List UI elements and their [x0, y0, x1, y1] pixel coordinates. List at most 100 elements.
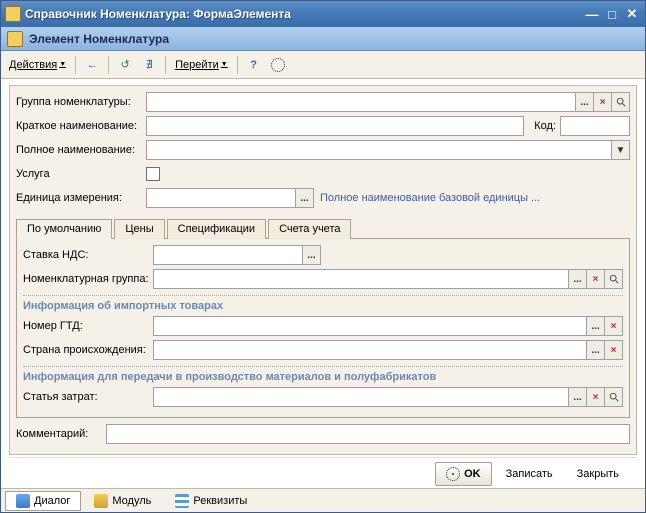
tab-default[interactable]: По умолчанию — [16, 219, 112, 239]
group-clear-button[interactable]: × — [594, 92, 612, 112]
cost-item-input[interactable] — [153, 387, 569, 407]
cost-item-select-button[interactable]: ... — [569, 387, 587, 407]
vat-input[interactable] — [153, 245, 303, 265]
tab-label: Цены — [125, 223, 153, 235]
toolbar-separator — [237, 56, 238, 74]
nomen-group-label: Номенклатурная группа: — [23, 273, 153, 285]
write-button[interactable]: Записать — [496, 462, 563, 486]
refresh-button[interactable]: ↺ — [114, 54, 136, 76]
nomen-group-search-button[interactable] — [605, 269, 623, 289]
cost-item-search-button[interactable] — [605, 387, 623, 407]
service-label: Услуга — [16, 168, 146, 180]
import-section-title: Информация об импортных товарах — [23, 295, 623, 312]
tab-label: Спецификации — [178, 223, 255, 235]
service-checkbox[interactable] — [146, 167, 160, 181]
tab-prices[interactable]: Цены — [114, 219, 164, 239]
tab-specs[interactable]: Спецификации — [167, 219, 266, 239]
unit-label: Единица измерения: — [16, 192, 146, 204]
full-name-label: Полное наименование: — [16, 144, 146, 156]
nomen-group-select-button[interactable]: ... — [569, 269, 587, 289]
group-label: Группа номенклатуры: — [16, 96, 146, 108]
nomen-group-input[interactable] — [153, 269, 569, 289]
toolbar-separator — [165, 56, 166, 74]
dotted-circle-icon — [446, 467, 460, 481]
tabs: По умолчанию Цены Спецификации Счета уче… — [16, 218, 630, 239]
toolbar-separator — [108, 56, 109, 74]
close-button-label: Закрыть — [577, 468, 619, 480]
status-tab-label: Модуль — [112, 495, 151, 507]
unit-select-button[interactable]: ... — [296, 188, 314, 208]
prod-section-title: Информация для передачи в производство м… — [23, 366, 623, 383]
dotted-circle-icon — [271, 58, 285, 72]
gtd-clear-button[interactable]: × — [605, 316, 623, 336]
tab-body: Ставка НДС: ... Номенклатурная группа: .… — [16, 239, 630, 418]
comment-label: Комментарий: — [16, 428, 106, 440]
cost-item-clear-button[interactable]: × — [587, 387, 605, 407]
country-input[interactable] — [153, 340, 587, 360]
refresh-icon: ↺ — [121, 58, 130, 71]
gtd-select-button[interactable]: ... — [587, 316, 605, 336]
short-name-label: Краткое наименование: — [16, 120, 146, 132]
close-button[interactable]: Закрыть — [567, 462, 629, 486]
help-button[interactable]: ? — [243, 54, 265, 76]
full-name-dropdown-button[interactable]: ▼ — [612, 140, 630, 160]
actions-menu-label: Действия — [9, 59, 57, 71]
full-name-input[interactable] — [146, 140, 612, 160]
vat-select-button[interactable]: ... — [303, 245, 321, 265]
unit-hint: Полное наименование базовой единицы ... — [320, 192, 540, 204]
toolbar-separator — [75, 56, 76, 74]
tree-button[interactable]: ∄ — [138, 54, 160, 76]
element-icon — [7, 31, 23, 47]
nomen-group-clear-button[interactable]: × — [587, 269, 605, 289]
status-tab-label: Реквизиты — [193, 495, 247, 507]
tab-accounts[interactable]: Счета учета — [268, 219, 351, 239]
status-tab-props[interactable]: Реквизиты — [164, 491, 258, 511]
advice-button[interactable] — [267, 54, 289, 76]
status-tab-label: Диалог — [34, 495, 70, 507]
code-input[interactable] — [560, 116, 630, 136]
short-name-input[interactable] — [146, 116, 524, 136]
code-label: Код: — [534, 120, 556, 132]
hierarchy-icon: ∄ — [146, 58, 153, 71]
sub-header-title: Элемент Номенклатура — [29, 32, 169, 46]
bottom-bar: OK Записать Закрыть — [9, 457, 637, 488]
cost-item-label: Статья затрат: — [23, 391, 153, 403]
dropdown-arrow-icon: ▼ — [221, 61, 228, 68]
ok-button[interactable]: OK — [435, 462, 492, 486]
sub-header: Элемент Номенклатура — [1, 27, 645, 51]
goto-menu[interactable]: Перейти ▼ — [171, 57, 232, 73]
dropdown-arrow-icon: ▼ — [59, 61, 66, 68]
dialog-icon — [16, 494, 30, 508]
status-bar: Диалог Модуль Реквизиты — [1, 488, 645, 512]
unit-input[interactable] — [146, 188, 296, 208]
group-search-button[interactable] — [612, 92, 630, 112]
titlebar: Справочник Номенклатура: ФормаЭлемента —… — [1, 1, 645, 27]
comment-input[interactable] — [106, 424, 630, 444]
help-icon: ? — [250, 59, 257, 71]
actions-menu[interactable]: Действия ▼ — [5, 57, 70, 73]
tab-label: По умолчанию — [27, 223, 101, 235]
country-clear-button[interactable]: × — [605, 340, 623, 360]
status-tab-dialog[interactable]: Диалог — [5, 491, 81, 511]
vat-label: Ставка НДС: — [23, 249, 153, 261]
gtd-input[interactable] — [153, 316, 587, 336]
app-icon — [5, 6, 21, 22]
minimize-button[interactable]: — — [583, 5, 601, 23]
back-button[interactable]: ← — [81, 54, 103, 76]
tab-label: Счета учета — [279, 223, 340, 235]
group-input[interactable] — [146, 92, 576, 112]
toolbar: Действия ▼ ← ↺ ∄ Перейти ▼ ? — [1, 51, 645, 79]
status-tab-module[interactable]: Модуль — [83, 491, 162, 511]
module-icon — [94, 494, 108, 508]
group-select-button[interactable]: ... — [576, 92, 594, 112]
window-title: Справочник Номенклатура: ФормаЭлемента — [25, 7, 581, 21]
country-select-button[interactable]: ... — [587, 340, 605, 360]
goto-menu-label: Перейти — [175, 59, 219, 71]
maximize-button[interactable]: □ — [603, 5, 621, 23]
props-icon — [175, 494, 189, 508]
country-label: Страна происхождения: — [23, 344, 153, 356]
close-window-button[interactable]: ✕ — [623, 5, 641, 23]
arrow-left-icon: ← — [87, 59, 98, 71]
ok-button-label: OK — [464, 468, 481, 480]
write-button-label: Записать — [506, 468, 553, 480]
